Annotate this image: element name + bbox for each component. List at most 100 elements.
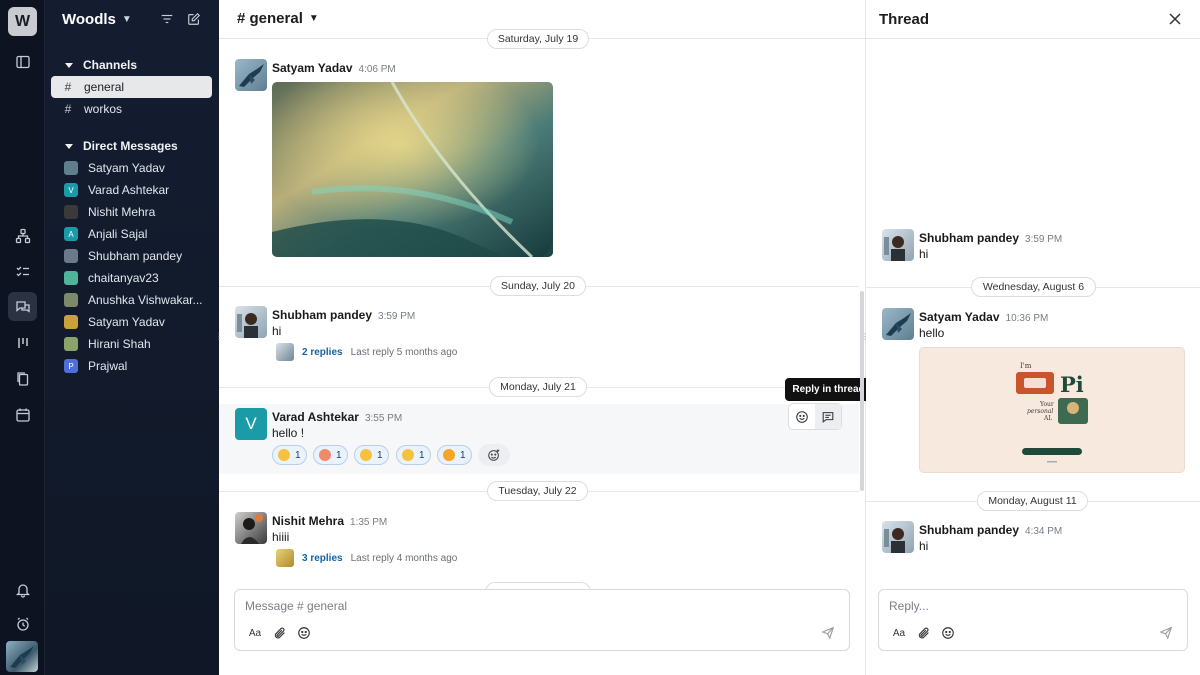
chats-icon[interactable]	[8, 292, 37, 321]
scroll-thumb[interactable]	[860, 291, 864, 491]
attach-icon[interactable]	[272, 625, 288, 641]
sidebar-item-dm[interactable]: Hirani Shah	[51, 333, 212, 355]
message-image[interactable]	[272, 82, 553, 257]
message-author[interactable]: Shubham pandey 3:59 PM	[272, 308, 415, 322]
format-text-icon[interactable]: Aa	[891, 625, 907, 641]
message-time: 3:59 PM	[378, 311, 416, 322]
avatar	[64, 337, 78, 351]
send-icon[interactable]	[821, 625, 837, 641]
message-time: 3:59 PM	[1025, 234, 1063, 245]
card-text-im: I'm	[1020, 362, 1032, 370]
sidebar-item-dm[interactable]: Satyam Yadav	[51, 157, 212, 179]
message-time: 10:36 PM	[1005, 313, 1049, 324]
workspace-logo[interactable]: W	[8, 7, 37, 36]
workspace-rail: W	[0, 0, 45, 675]
reaction-chip[interactable]: 1	[272, 445, 307, 465]
message-author[interactable]: Nishit Mehra 1:35 PM	[272, 514, 387, 528]
dm-label: Prajwal	[88, 359, 128, 373]
message-actions	[788, 403, 842, 430]
sidebar-item-dm[interactable]: Anushka Vishwakar...	[51, 289, 212, 311]
message-author[interactable]: Varad Ashtekar 3:55 PM	[272, 410, 402, 424]
replies-link[interactable]: 3 replies	[302, 553, 343, 564]
documents-icon[interactable]	[8, 364, 37, 393]
avatar[interactable]	[882, 229, 914, 261]
message-image[interactable]: I'm Pi Your personal AI.	[919, 347, 1185, 473]
emoji-icon	[443, 449, 455, 461]
avatar[interactable]	[882, 308, 914, 340]
date-divider: Tuesday, July 22	[487, 481, 588, 501]
dm-label: Anushka Vishwakar...	[88, 293, 203, 307]
attach-icon[interactable]	[916, 625, 932, 641]
sidebar-item-dm[interactable]: A Anjali Sajal	[51, 223, 212, 245]
reply-in-thread-button[interactable]	[815, 404, 841, 429]
sidebar-item-dm[interactable]: Satyam Yadav	[51, 311, 212, 333]
message-author[interactable]: Satyam Yadav 4:06 PM	[272, 61, 396, 75]
settings-icon[interactable]	[8, 609, 37, 638]
workspace-switcher[interactable]: Woodls ▼	[62, 11, 132, 28]
sidebar-toggle-icon[interactable]	[8, 47, 37, 76]
org-chart-icon[interactable]	[8, 221, 37, 250]
avatar[interactable]	[882, 521, 914, 553]
close-icon[interactable]	[1168, 12, 1182, 26]
author-name: Nishit Mehra	[272, 514, 345, 528]
message-author[interactable]: Shubham pandey 4:34 PM	[919, 523, 1062, 537]
reaction-count: 1	[460, 449, 466, 461]
channel-title[interactable]: # general ▼	[237, 10, 319, 27]
reaction-chip[interactable]: 1	[396, 445, 431, 465]
sidebar-item-workos[interactable]: # workos	[51, 98, 212, 120]
avatar[interactable]	[235, 306, 267, 338]
emoji-reaction-button[interactable]	[789, 404, 815, 429]
author-name: Satyam Yadav	[919, 310, 1000, 324]
tasks-icon[interactable]	[8, 257, 37, 286]
reaction-chip[interactable]: 1	[313, 445, 348, 465]
thread-summary[interactable]: 3 replies Last reply 4 months ago	[276, 549, 457, 567]
avatar[interactable]	[235, 59, 267, 91]
sidebar-item-general[interactable]: # general	[51, 76, 212, 98]
compose-icon[interactable]	[187, 12, 203, 28]
sidebar-item-dm[interactable]: Shubham pandey	[51, 245, 212, 267]
sidebar-item-dm[interactable]: P Prajwal	[51, 355, 212, 377]
board-icon[interactable]	[8, 328, 37, 357]
channels-section-toggle[interactable]: Channels	[65, 58, 137, 72]
emoji-icon	[360, 449, 372, 461]
dm-section-toggle[interactable]: Direct Messages	[65, 139, 178, 153]
filter-icon[interactable]	[160, 12, 176, 28]
user-avatar[interactable]	[6, 641, 38, 672]
thread-title: Thread	[879, 11, 930, 28]
format-text-icon[interactable]: Aa	[247, 625, 263, 641]
smiley-icon	[796, 410, 808, 423]
message-text: hello !	[272, 426, 305, 440]
bell-icon[interactable]	[8, 575, 37, 604]
emoji-icon[interactable]	[940, 625, 956, 641]
dm-label: Satyam Yadav	[88, 315, 165, 329]
emoji-icon[interactable]	[296, 625, 312, 641]
dm-label: Shubham pandey	[88, 249, 183, 263]
message-text: hi	[272, 324, 282, 338]
channel-label: workos	[84, 102, 123, 116]
sidebar-item-dm[interactable]: chaitanyav23	[51, 267, 212, 289]
reaction-chip[interactable]: 1	[437, 445, 472, 465]
replies-link[interactable]: 2 replies	[302, 347, 343, 358]
calendar-icon[interactable]	[8, 400, 37, 429]
sidebar-item-dm[interactable]: Nishit Mehra	[51, 201, 212, 223]
emoji-icon	[319, 449, 331, 461]
message-author[interactable]: Satyam Yadav 10:36 PM	[919, 310, 1048, 324]
sidebar-item-dm[interactable]: V Varad Ashtekar	[51, 179, 212, 201]
reply-input[interactable]: Reply...	[889, 599, 929, 613]
avatar[interactable]	[235, 512, 267, 544]
thread-reply-composer[interactable]: Reply... Aa	[878, 589, 1188, 651]
card-text-your: Your	[1039, 401, 1054, 408]
message-input[interactable]: Message # general	[245, 599, 347, 613]
card-text-ai: AI.	[1043, 415, 1053, 422]
scrollbar[interactable]	[859, 39, 866, 589]
thread-summary[interactable]: 2 replies Last reply 5 months ago	[276, 343, 457, 361]
reaction-chip[interactable]: 1	[354, 445, 389, 465]
message-composer[interactable]: Message # general Aa	[234, 589, 850, 651]
message-author[interactable]: Shubham pandey 3:59 PM	[919, 231, 1062, 245]
avatar	[276, 549, 294, 567]
message-text: hi	[919, 539, 929, 553]
add-reaction-button[interactable]	[478, 444, 510, 466]
send-icon[interactable]	[1159, 625, 1175, 641]
resize-handle-left[interactable]: ⋮	[215, 332, 223, 342]
avatar[interactable]: V	[235, 408, 267, 440]
